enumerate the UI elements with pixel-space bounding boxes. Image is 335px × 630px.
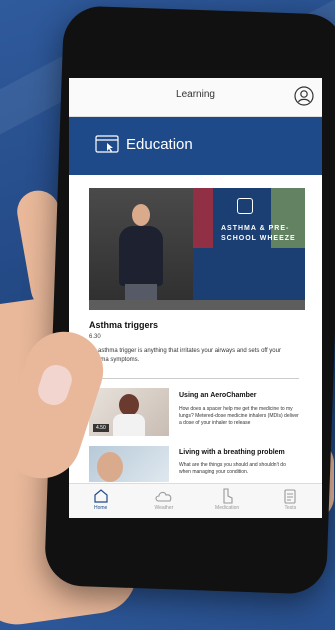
divider [89,378,299,379]
page-title: Learning [176,89,215,100]
featured-video-thumbnail[interactable]: ASTHMA & PRE-SCHOOL WHEEZE [89,188,305,310]
presenter-head [132,204,150,226]
studio-floor [89,300,305,310]
video-title[interactable]: Using an AeroChamber [179,392,257,399]
tab-label: Home [93,505,108,511]
presenter-body [119,226,163,286]
video-title[interactable]: Living with a breathing problem [179,449,285,456]
clipboard-icon [284,489,296,504]
tab-label: Tests [284,505,297,511]
tab-tests[interactable]: Tests [259,484,322,518]
slide-accent-red [193,188,213,248]
section-title: Education [126,136,193,153]
featured-video-description: An asthma trigger is anything that irrit… [89,348,281,363]
thumbnail-person [119,394,139,416]
tab-home[interactable]: Home [69,484,132,518]
featured-video-title[interactable]: Asthma triggers [89,320,158,330]
thumbnail-person-body [113,414,145,436]
tab-medication[interactable]: Medication [196,484,259,518]
tab-weather[interactable]: Weather [132,484,195,518]
app-screen: Learning Education ASTHMA & PRE-SCHOOL W… [69,78,322,518]
slide-title: ASTHMA & PRE-SCHOOL WHEEZE [221,225,296,242]
inhaler-icon [223,488,233,504]
video-description: How does a spacer help me get the medici… [179,406,299,426]
video-thumbnail[interactable] [89,446,169,482]
monitor-cursor-icon [95,135,119,153]
video-duration-badge: 4.50 [93,424,109,432]
video-description: What are the things you should and shoul… [179,462,286,475]
slide-logo [237,198,253,214]
cloud-icon [155,491,172,502]
top-bar: Learning [69,78,322,117]
user-circle-icon[interactable] [294,86,314,106]
section-banner: Education [69,117,322,175]
tab-label: Weather [154,505,174,511]
video-thumbnail[interactable]: 4.50 [89,388,169,436]
home-icon [94,489,108,503]
thumbnail-person [97,452,123,482]
featured-video-duration: 6.30 [89,334,101,340]
tab-label: Medication [215,505,240,511]
bottom-tab-bar: Home Weather Medication Tests [69,483,322,518]
